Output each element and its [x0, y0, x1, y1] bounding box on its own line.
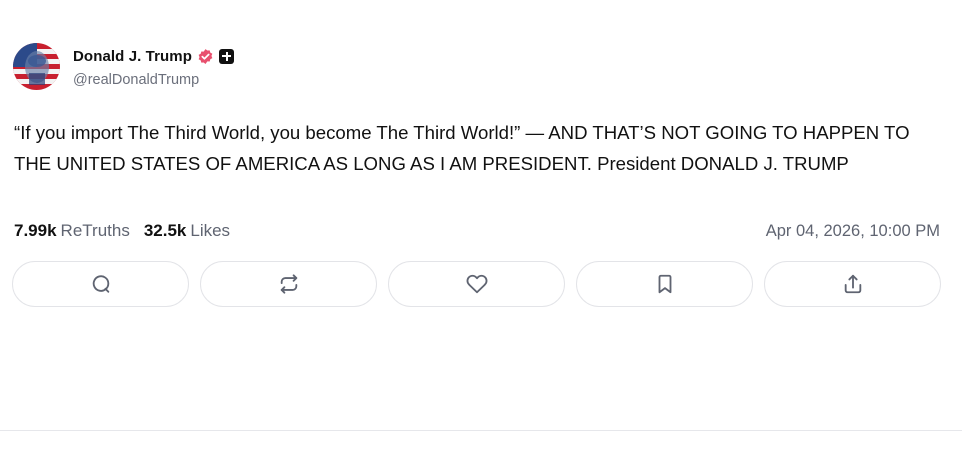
like-button[interactable]: [388, 261, 565, 307]
share-button[interactable]: [764, 261, 941, 307]
likes-count[interactable]: 32.5k: [144, 221, 187, 241]
bookmark-icon: [658, 274, 671, 294]
retruths-label[interactable]: ReTruths: [61, 221, 130, 241]
reply-button[interactable]: [12, 261, 189, 307]
author-info: Donald J. Trump @realDonaldTrump: [73, 45, 235, 88]
bookmark-button[interactable]: [576, 261, 753, 307]
post-card: Donald J. Trump @realDonaldTrump “If you…: [0, 0, 962, 431]
likes-label[interactable]: Likes: [190, 221, 230, 241]
share-icon: [844, 274, 861, 294]
plus-badge-icon: [219, 48, 235, 64]
post-stats: 7.99k ReTruths 32.5k Likes Apr 04, 2026,…: [14, 220, 940, 242]
verified-badge-icon: [197, 48, 214, 65]
post-text: “If you import The Third World, you beco…: [14, 122, 910, 174]
author-handle[interactable]: @realDonaldTrump: [73, 72, 234, 88]
post-timestamp[interactable]: Apr 04, 2026, 10:00 PM: [766, 222, 940, 241]
retruths-count[interactable]: 7.99k: [14, 221, 57, 241]
author-display-name[interactable]: Donald J. Trump: [73, 48, 192, 65]
action-bar: [12, 261, 941, 307]
retruth-button[interactable]: [200, 261, 377, 307]
name-row: Donald J. Trump: [73, 45, 235, 67]
post-header: Donald J. Trump @realDonaldTrump: [13, 43, 235, 90]
retruth-icon: [280, 274, 297, 294]
reply-icon: [92, 275, 109, 293]
heart-icon: [466, 274, 487, 294]
avatar[interactable]: [13, 43, 60, 90]
